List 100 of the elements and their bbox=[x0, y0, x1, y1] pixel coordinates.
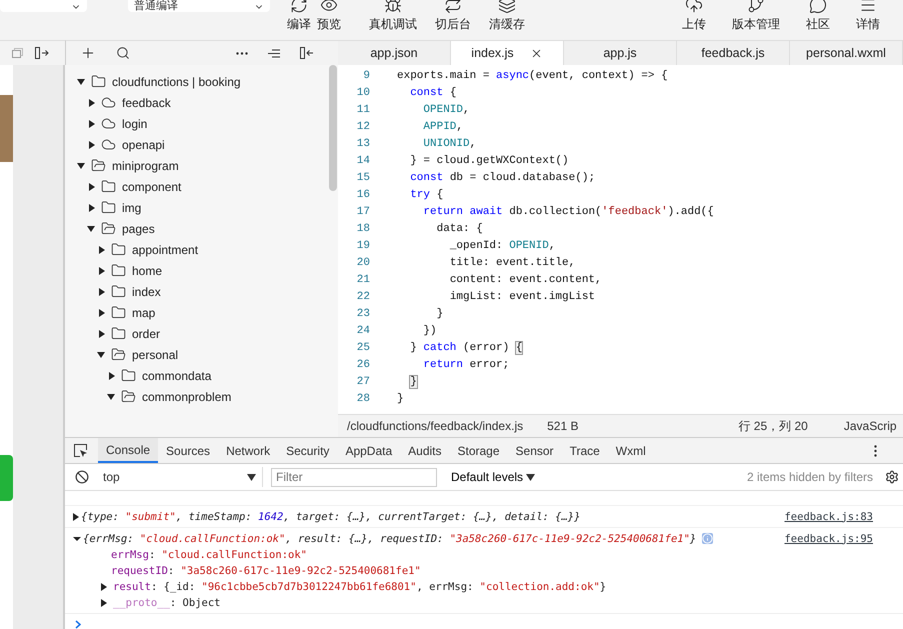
chat-icon bbox=[809, 0, 827, 14]
expanded-arrow-icon[interactable] bbox=[77, 162, 85, 168]
tree-item-label[interactable]: index bbox=[132, 284, 161, 298]
tree-item-label[interactable]: cloudfunctions | booking bbox=[112, 74, 241, 88]
tree-item-label[interactable]: map bbox=[132, 306, 156, 320]
expanded-arrow-icon[interactable] bbox=[87, 226, 95, 232]
inspect-icon[interactable] bbox=[73, 443, 88, 458]
code-line: OPENID, bbox=[422, 104, 470, 116]
devtools-tab[interactable]: Storage bbox=[450, 438, 508, 463]
collapsed-arrow-icon[interactable] bbox=[89, 204, 95, 212]
open-folder-icon bbox=[121, 389, 136, 404]
folder-icon bbox=[111, 242, 126, 257]
property-line: requestID: "3a58c260-617c-11e9-92c2-525400681fe1" bbox=[111, 565, 421, 577]
settings-icon[interactable] bbox=[885, 470, 899, 484]
code-line: APPID, bbox=[422, 120, 464, 132]
tree-item-label[interactable]: appointment bbox=[132, 242, 198, 256]
toolbar-button[interactable]: 版本管理 bbox=[729, 0, 783, 40]
devtools-tab[interactable]: Network bbox=[218, 438, 278, 463]
line-number: 13 bbox=[356, 138, 370, 150]
sort-icon[interactable] bbox=[268, 48, 280, 58]
tree-item-label[interactable]: openapi bbox=[122, 138, 165, 152]
search-icon[interactable] bbox=[116, 46, 130, 60]
code-line: imgList: event.imgList bbox=[448, 290, 596, 302]
collapsed-arrow-icon[interactable] bbox=[73, 512, 79, 520]
photo-placeholder bbox=[0, 95, 13, 162]
tree-item-label[interactable]: img bbox=[122, 200, 142, 214]
editor-tab[interactable]: index.js bbox=[451, 41, 564, 65]
expanded-arrow-icon[interactable] bbox=[107, 394, 115, 400]
dock-right-icon[interactable] bbox=[35, 47, 49, 59]
devtools-tab[interactable]: Wxml bbox=[608, 438, 654, 463]
toolbar-button[interactable]: 清缓存 bbox=[486, 0, 528, 40]
line-number: 17 bbox=[356, 206, 370, 218]
tree-item-label[interactable]: feedback bbox=[122, 96, 171, 110]
info-icon bbox=[702, 533, 714, 544]
devtools-tab[interactable]: Audits bbox=[400, 438, 450, 463]
source-link[interactable]: feedback.js:83 bbox=[784, 510, 873, 522]
cloud-folder-icon bbox=[91, 74, 106, 89]
toolbar-button[interactable]: 真机调试 bbox=[366, 0, 420, 40]
expanded-arrow-icon[interactable] bbox=[97, 352, 105, 358]
line-number: 15 bbox=[356, 172, 370, 184]
collapsed-arrow-icon[interactable] bbox=[99, 330, 105, 338]
toolbar-button[interactable]: 社区 bbox=[803, 0, 833, 40]
collapsed-arrow-icon[interactable] bbox=[99, 246, 105, 254]
tree-item-label[interactable]: order bbox=[132, 326, 160, 340]
tree-item-label[interactable]: component bbox=[122, 180, 182, 194]
collapsed-arrow-icon[interactable] bbox=[89, 98, 95, 106]
line-number: 26 bbox=[356, 358, 370, 370]
collapsed-arrow-icon[interactable] bbox=[89, 120, 95, 128]
collapsed-arrow-icon[interactable] bbox=[99, 308, 105, 316]
more-vertical-icon[interactable] bbox=[874, 444, 877, 456]
tree-item-label[interactable]: miniprogram bbox=[112, 158, 179, 172]
collapsed-arrow-icon[interactable] bbox=[99, 266, 105, 274]
devtools-tab[interactable]: Sensor bbox=[508, 438, 562, 463]
filter-field[interactable]: Filter bbox=[271, 468, 437, 486]
more-icon[interactable] bbox=[236, 52, 248, 54]
code-line: return await db.collection('feedback').add({ bbox=[422, 206, 714, 218]
tree-item-label[interactable]: commonproblem bbox=[142, 390, 232, 404]
code-line: }) bbox=[422, 324, 437, 336]
line-number: 19 bbox=[356, 240, 370, 252]
levels-dropdown[interactable]: Default levels bbox=[445, 470, 542, 484]
toolbar-button[interactable]: 预览 bbox=[314, 0, 344, 40]
line-number: 22 bbox=[356, 290, 370, 302]
tree-item-label[interactable]: pages bbox=[122, 222, 155, 236]
toolbar-button[interactable]: 详情 bbox=[853, 0, 883, 40]
devtools-tab[interactable]: Console bbox=[98, 438, 158, 463]
context-select[interactable]: top bbox=[97, 467, 263, 487]
clear-console-icon[interactable] bbox=[75, 470, 89, 484]
open-folder-icon bbox=[101, 221, 116, 236]
tree-item-label[interactable]: commondata bbox=[142, 368, 212, 382]
devtools-tab[interactable]: AppData bbox=[337, 438, 400, 463]
tree-item-label[interactable]: home bbox=[132, 264, 162, 278]
collapsed-arrow-icon[interactable] bbox=[89, 140, 95, 148]
toolbar-button[interactable]: 编译 bbox=[284, 0, 314, 40]
expanded-arrow-icon[interactable] bbox=[73, 536, 81, 540]
add-icon[interactable] bbox=[80, 45, 96, 61]
toolbar-button[interactable]: 上传 bbox=[679, 0, 709, 40]
toolbar-button[interactable]: 切后台 bbox=[432, 0, 474, 40]
hidden-items-note: 2 items hidden by filters bbox=[746, 470, 874, 484]
expanded-arrow-icon[interactable] bbox=[77, 78, 85, 84]
code-line: const db = cloud.database(); bbox=[409, 172, 596, 184]
source-link[interactable]: feedback.js:95 bbox=[784, 532, 873, 544]
devtools-tab[interactable]: Security bbox=[278, 438, 338, 463]
scrollbar-thumb[interactable] bbox=[329, 65, 337, 191]
console-message[interactable]: {type: "submit", timeStamp: 1642, target: {…}, currentTarget: {…}, detail: {…}} bbox=[81, 510, 580, 522]
language-mode[interactable]: JavaScrip bbox=[844, 419, 897, 433]
collapse-panel-icon[interactable] bbox=[300, 47, 314, 59]
window-icon[interactable] bbox=[12, 48, 23, 58]
line-number: 10 bbox=[356, 86, 370, 98]
devtools-tab[interactable]: Trace bbox=[562, 438, 608, 463]
collapsed-arrow-icon[interactable] bbox=[109, 372, 115, 380]
tree-item-label[interactable]: personal bbox=[132, 348, 178, 362]
console-message[interactable]: {errMsg: "cloud.callFunction:ok", result: {…}, requestID: "3a58c260-617c-11e9-92c2-525400681fe1"} bbox=[83, 532, 696, 544]
cloud-icon bbox=[101, 137, 116, 152]
tree-item-label[interactable]: login bbox=[122, 116, 148, 130]
property-line: __proto__: Object bbox=[113, 597, 220, 609]
devtools-tab[interactable]: Sources bbox=[158, 438, 218, 463]
code-line: _openId: OPENID, bbox=[448, 240, 556, 252]
property-line: result: {_id: "96c1cbbe5cb7d7b3012247bb61fe6801", errMsg: "collection.add:ok"} bbox=[113, 581, 606, 593]
collapsed-arrow-icon[interactable] bbox=[99, 288, 105, 296]
collapsed-arrow-icon[interactable] bbox=[89, 182, 95, 190]
